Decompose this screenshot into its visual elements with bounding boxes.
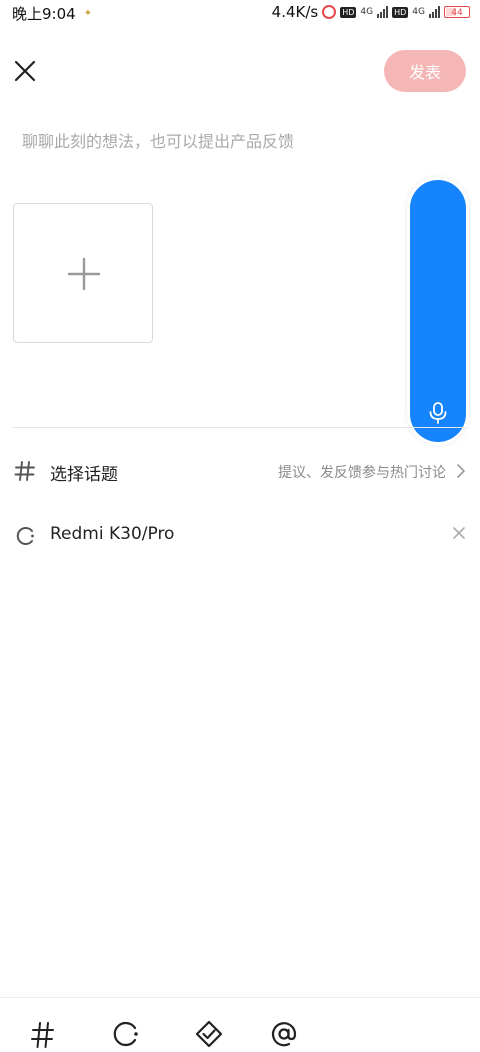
battery-icon: 44 — [444, 6, 470, 18]
toolbar-mention-button[interactable] — [270, 1020, 298, 1052]
select-topic-row[interactable]: 选择话题 提议、发反馈参与热门讨论 — [0, 448, 480, 494]
status-time: 晚上9:04 — [12, 5, 76, 23]
device-circle-icon — [113, 1021, 138, 1047]
notification-icon: ✦ — [83, 8, 93, 19]
device-circle-icon — [16, 527, 34, 545]
remove-device-icon[interactable] — [452, 526, 466, 540]
chevron-right-icon — [457, 464, 465, 478]
toolbar-device-button[interactable] — [112, 1020, 140, 1052]
select-topic-hint: 提议、发反馈参与热门讨论 — [278, 465, 446, 481]
toolbar-tag-button[interactable] — [195, 1020, 223, 1052]
tag-check-icon — [195, 1020, 223, 1048]
at-icon — [271, 1022, 297, 1047]
select-topic-label: 选择话题 — [50, 465, 118, 485]
toolbar-topic-button[interactable] — [30, 1020, 56, 1052]
hash-icon — [14, 461, 35, 481]
device-row: Redmi K30/Pro — [0, 512, 480, 558]
post-text-input[interactable] — [20, 124, 464, 158]
alarm-icon — [322, 5, 337, 19]
device-label: Redmi K30/Pro — [50, 524, 175, 544]
post-button[interactable]: 发表 — [384, 50, 466, 92]
voice-input-button[interactable] — [410, 180, 466, 442]
microphone-icon — [429, 402, 447, 424]
divider — [13, 427, 467, 428]
hd-badge-2: HD — [392, 6, 409, 18]
hash-icon — [31, 1022, 54, 1048]
signal-icon-1 — [377, 6, 389, 18]
status-bar: 晚上9:04 ✦ 4.4K/s HD 4G HD 4G 44 — [0, 0, 480, 26]
network-type-2: 4G — [412, 7, 425, 17]
plus-icon — [67, 257, 101, 291]
signal-icon-2 — [429, 6, 440, 18]
add-image-button[interactable] — [13, 203, 153, 343]
bottom-toolbar — [0, 997, 480, 1052]
battery-level: 44 — [451, 8, 463, 18]
network-speed: 4.4K/s — [271, 3, 319, 21]
network-type-1: 4G — [360, 7, 374, 17]
hd-badge-1: HD — [340, 6, 357, 18]
close-button[interactable] — [12, 58, 38, 84]
close-icon — [14, 60, 36, 82]
